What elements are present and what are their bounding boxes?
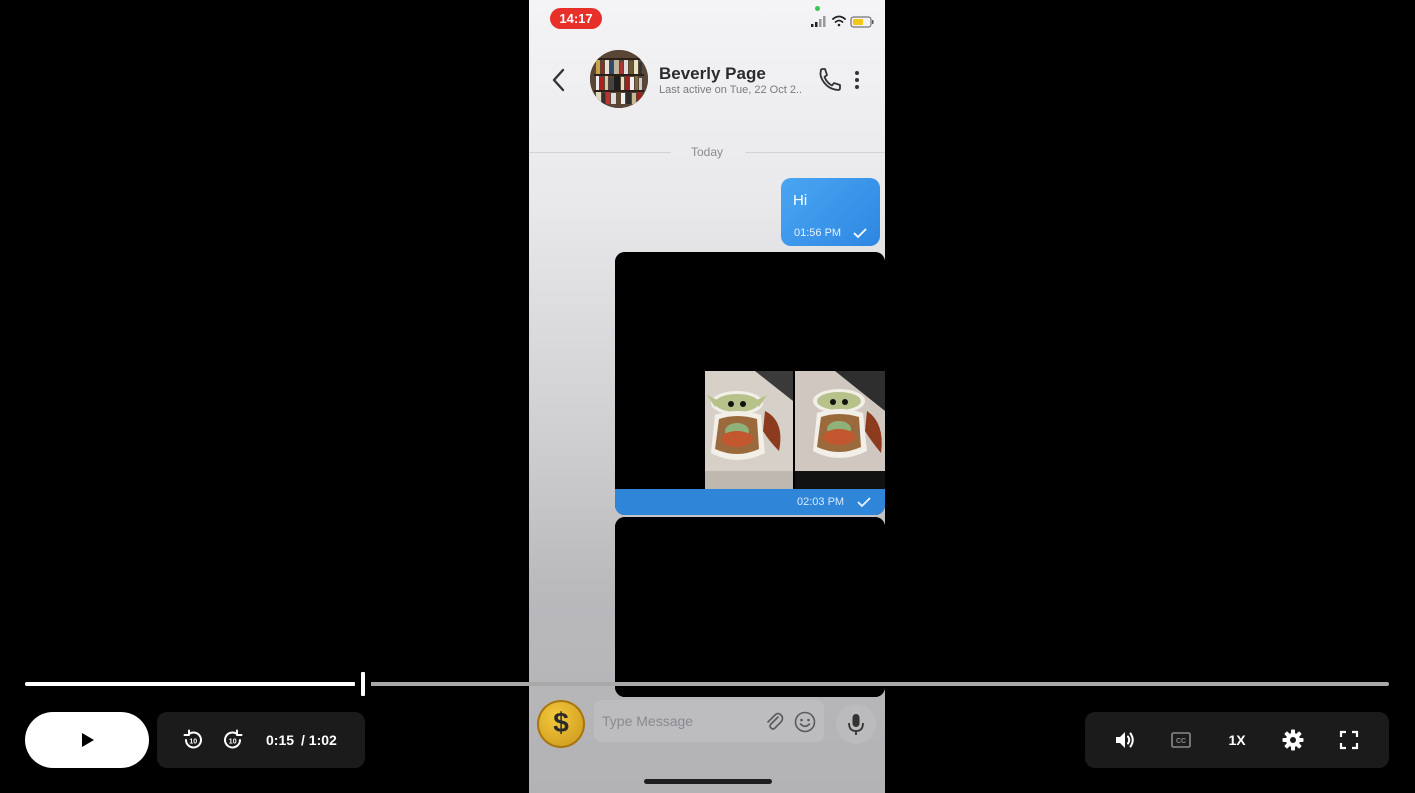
image-tile[interactable] <box>750 517 885 633</box>
last-active-status: Last active on Tue, 22 Oct 2... <box>659 84 801 96</box>
bookshelf-avatar-image <box>590 50 648 108</box>
microphone-button[interactable] <box>836 704 876 744</box>
fullscreen-icon[interactable] <box>1337 728 1361 752</box>
chat-header: Beverly Page Last active on Tue, 22 Oct … <box>529 40 885 120</box>
forward-10-icon[interactable]: 10 <box>221 728 245 752</box>
svg-text:10: 10 <box>189 739 197 746</box>
privacy-indicator-dot <box>815 6 820 11</box>
battery-icon <box>850 16 874 28</box>
date-label: Today <box>690 145 724 159</box>
image-message-bubble[interactable]: 02:03 PM <box>615 252 885 515</box>
dollar-icon: $ <box>553 707 569 738</box>
avatar[interactable] <box>590 50 648 108</box>
image-message-footer: 02:03 PM <box>615 489 885 515</box>
rewind-10-icon[interactable]: 10 <box>181 728 205 752</box>
back-arrow-icon[interactable] <box>547 66 573 94</box>
image-message-bubble[interactable] <box>615 517 885 697</box>
player-options: CC 1X <box>1085 712 1389 768</box>
play-icon <box>82 733 94 747</box>
playback-speed-button[interactable]: 1X <box>1225 728 1249 752</box>
volume-icon[interactable] <box>1113 728 1137 752</box>
image-tile[interactable] <box>615 252 748 368</box>
duration: / 1:02 <box>301 732 337 748</box>
video-progress-bar[interactable] <box>25 672 1389 696</box>
current-time: 0:15 <box>266 732 295 748</box>
play-button[interactable] <box>25 712 149 768</box>
signal-icon <box>811 16 826 27</box>
image-tile[interactable] <box>615 517 748 633</box>
baby-yoda-sticker-image[interactable] <box>705 371 793 489</box>
status-bar-time: 14:17 <box>550 8 602 29</box>
message-time: 01:56 PM <box>794 227 842 239</box>
settings-gear-icon[interactable] <box>1281 728 1305 752</box>
progress-played <box>25 682 355 686</box>
date-divider: Today <box>529 143 885 163</box>
paperclip-icon[interactable] <box>764 712 784 732</box>
image-tile[interactable] <box>750 252 885 368</box>
message-time: 02:03 PM <box>797 496 845 508</box>
payment-button[interactable]: $ <box>537 700 585 748</box>
home-indicator <box>644 779 772 784</box>
sent-check-icon <box>857 497 871 507</box>
progress-scrubber-handle[interactable] <box>361 672 365 696</box>
svg-text:CC: CC <box>1176 738 1186 745</box>
message-input[interactable] <box>594 700 824 742</box>
contact-name[interactable]: Beverly Page <box>659 64 766 84</box>
message-text: Hi <box>793 192 808 209</box>
sent-check-icon <box>853 228 867 238</box>
svg-text:10: 10 <box>229 739 237 746</box>
wifi-icon <box>832 15 846 27</box>
baby-yoda-sticker-image[interactable] <box>795 371 885 489</box>
more-options-icon[interactable] <box>849 68 865 92</box>
microphone-icon <box>848 714 864 735</box>
status-icons <box>811 15 874 28</box>
seek-controls: 10 10 0:15 / 1:02 <box>157 712 365 768</box>
phone-call-icon[interactable] <box>815 66 841 94</box>
message-bubble-outgoing[interactable]: Hi 01:56 PM <box>781 178 880 246</box>
image-tile[interactable] <box>615 371 703 489</box>
message-composer: $ <box>529 696 885 752</box>
emoji-icon[interactable] <box>794 711 816 733</box>
closed-captions-icon[interactable]: CC <box>1169 728 1193 752</box>
